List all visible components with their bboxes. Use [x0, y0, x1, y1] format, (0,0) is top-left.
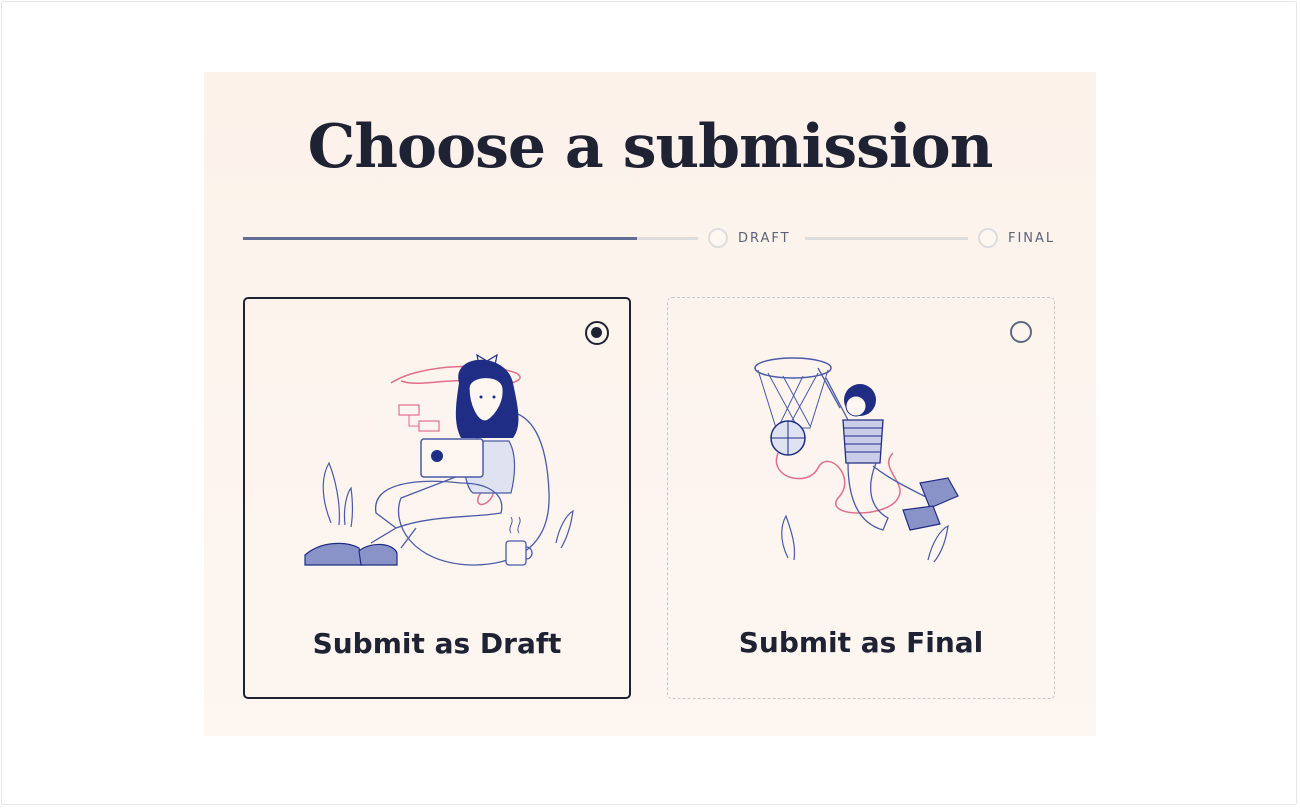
page-title: Choose a submission: [307, 112, 994, 182]
progress-fill: [243, 237, 637, 240]
radio-draft-selected[interactable]: [585, 321, 609, 345]
option-label-draft: Submit as Draft: [312, 627, 562, 660]
woman-with-laptop-illustration: [304, 353, 574, 566]
option-card-draft[interactable]: Submit as Draft: [243, 297, 631, 699]
step-draft-label: DRAFT: [738, 231, 791, 246]
radio-final-unselected[interactable]: [1010, 321, 1032, 343]
step-final-circle: [978, 228, 998, 248]
step-draft-circle: [708, 228, 728, 248]
step-final-label: FINAL: [1008, 231, 1056, 246]
basketball-player-illustration: [754, 357, 959, 563]
option-label-final: Submit as Final: [738, 626, 984, 659]
option-card-final[interactable]: Submit as Final: [667, 297, 1055, 699]
progress-track-segment: [805, 237, 968, 240]
